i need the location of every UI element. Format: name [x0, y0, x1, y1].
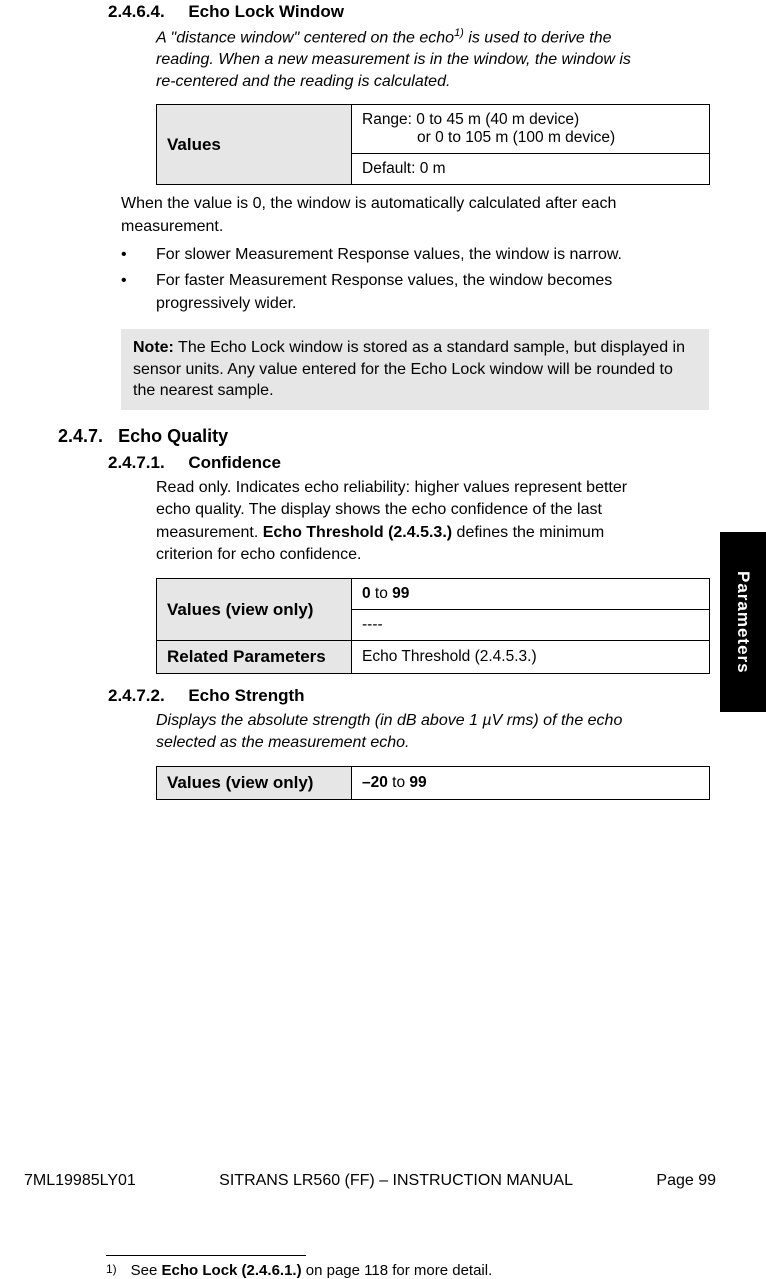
- section-number: 2.4.7.1.: [108, 453, 165, 472]
- section-number: 2.4.7.2.: [108, 686, 165, 705]
- footnote-ref-1: 1): [454, 27, 464, 39]
- confidence-body: Read only. Indicates echo reliability: h…: [156, 477, 650, 567]
- values-range-cell: Range: 0 to 45 m (40 m device) or 0 to 1…: [352, 105, 710, 154]
- section-number: 2.4.6.4.: [108, 2, 165, 21]
- note-body: The Echo Lock window is stored as a stan…: [133, 339, 685, 399]
- section-title: Echo Quality: [118, 426, 228, 446]
- footnote-text: See Echo Lock (2.4.6.1.) on page 118 for…: [131, 1262, 493, 1279]
- echo-strength-values-table: Values (view only) –20 to 99: [156, 766, 710, 800]
- values-label-cell: Values: [157, 105, 352, 185]
- side-tab-label: Parameters: [733, 571, 753, 674]
- values-default-cell: Default: 0 m: [352, 154, 710, 185]
- heading-echo-lock-window: 2.4.6.4. Echo Lock Window: [108, 2, 650, 22]
- side-tab-parameters: Parameters: [720, 532, 766, 712]
- values-label-cell: Values (view only): [157, 579, 352, 641]
- echo-lock-window-values-table: Values Range: 0 to 45 m (40 m device) or…: [156, 104, 710, 185]
- heading-confidence: 2.4.7.1. Confidence: [108, 453, 650, 473]
- heading-echo-quality: 2.4.7. Echo Quality: [58, 426, 650, 447]
- bullet-text: For slower Measurement Response values, …: [156, 244, 622, 266]
- related-params-value-cell: Echo Threshold (2.4.5.3.): [352, 641, 710, 674]
- values-range-cell: –20 to 99: [352, 766, 710, 799]
- footer-page-number: Page 99: [656, 1172, 716, 1190]
- bullet-icon: •: [121, 244, 156, 266]
- echo-strength-body: Displays the absolute strength (in dB ab…: [156, 710, 650, 753]
- echo-lock-window-bullets: • For slower Measurement Response values…: [121, 244, 650, 315]
- values-label-cell: Values (view only): [157, 766, 352, 799]
- footnote-1: 1) See Echo Lock (2.4.6.1.) on page 118 …: [106, 1262, 650, 1279]
- page-footer: 7ML19985LY01 SITRANS LR560 (FF) – INSTRU…: [24, 1172, 716, 1190]
- confidence-values-table: Values (view only) 0 to 99 ---- Related …: [156, 578, 710, 674]
- section-title: Echo Lock Window: [188, 2, 344, 21]
- section-number: 2.4.7.: [58, 426, 103, 446]
- footer-doc-title: SITRANS LR560 (FF) – INSTRUCTION MANUAL: [136, 1172, 657, 1190]
- bullet-text: For faster Measurement Response values, …: [156, 270, 650, 315]
- echo-lock-window-note: Note: The Echo Lock window is stored as …: [121, 329, 709, 410]
- echo-lock-window-below-table: When the value is 0, the window is autom…: [121, 193, 650, 238]
- heading-echo-strength: 2.4.7.2. Echo Strength: [108, 686, 650, 706]
- section-title: Confidence: [188, 453, 281, 472]
- related-params-label-cell: Related Parameters: [157, 641, 352, 674]
- bullet-icon: •: [121, 270, 156, 315]
- section-title: Echo Strength: [188, 686, 304, 705]
- footer-doc-id: 7ML19985LY01: [24, 1172, 136, 1190]
- note-label: Note:: [133, 339, 174, 356]
- values-dashes-cell: ----: [352, 610, 710, 641]
- values-range-cell: 0 to 99: [352, 579, 710, 610]
- echo-lock-window-intro: A "distance window" centered on the echo…: [156, 26, 650, 92]
- footnote-rule: [106, 1255, 306, 1256]
- footnote-marker: 1): [106, 1262, 117, 1279]
